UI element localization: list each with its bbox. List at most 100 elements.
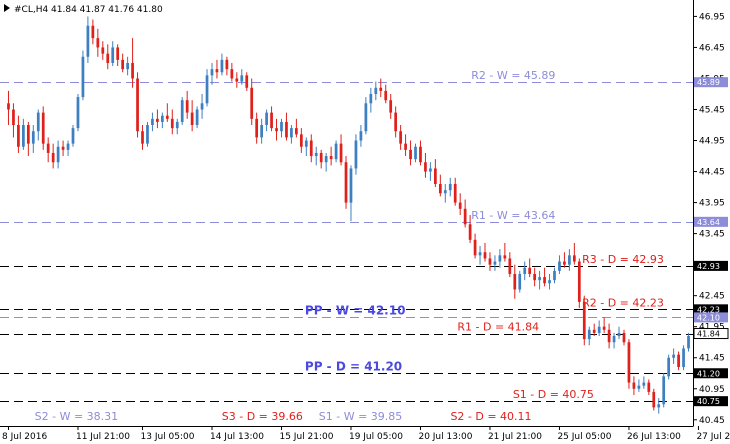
candle-body-6 [36,112,40,132]
candle-body-127 [637,385,641,389]
level-label-3: R2 - D = 42.23 [582,296,664,309]
candle-body-21 [111,47,115,63]
candle-body-112 [563,261,566,265]
candle-body-85 [429,168,432,172]
price-tag-text-4: 42.10 [697,313,720,322]
candle-body-19 [101,47,105,54]
candle-body-9 [51,152,55,163]
candle-body-42 [215,69,219,73]
x-tick-label-3: 14 Jul 13:00 [210,432,264,442]
y-tick-label-6: 43.95 [699,199,725,209]
bottom-label-2: S1 - W = 39.85 [319,410,403,423]
candle-body-87 [438,183,442,194]
candle-body-91 [458,202,462,209]
candle-body-35 [180,100,184,122]
candle-body-137 [687,336,690,349]
candle-body-29 [151,118,154,126]
bottom-level-labels: S2 - W = 38.31 S3 - D = 39.66 S1 - W = 39.… [35,410,532,423]
candle-body-36 [185,100,189,113]
price-tag-text-1: 43.64 [697,218,720,227]
candle-body-97 [488,258,492,265]
x-tick-label-6: 20 Jul 13:00 [418,432,472,442]
candle-body-4 [26,125,30,144]
candle-body-73 [369,93,373,104]
candle-body-95 [478,252,482,256]
price-tag-text-2: 42.93 [697,262,720,271]
candle-body-135 [677,354,680,368]
price-tag-text-5: 41.84 [697,330,720,339]
candle-body-79 [399,131,402,144]
candle-body-78 [394,112,398,132]
candle-body-70 [354,140,358,169]
candle-body-72 [364,103,368,132]
candle-body-121 [607,329,611,343]
candle-body-134 [672,354,675,358]
candle-body-11 [61,146,65,150]
y-tick-label-7: 43.45 [699,230,725,240]
y-tick-label-12: 40.95 [699,385,725,395]
candle-body-20 [106,53,110,63]
y-tick-label-13: 40.45 [699,416,725,426]
candle-body-24 [126,62,129,70]
candle-body-63 [319,152,323,163]
candle-body-76 [384,90,388,101]
candle-body-34 [175,121,179,129]
candle-body-81 [409,149,412,160]
candle-body-109 [548,280,551,284]
candle-body-136 [682,348,685,368]
candle-body-67 [339,143,343,163]
candle-body-41 [210,69,214,76]
candle-body-10 [56,146,60,163]
candle-body-38 [195,109,199,126]
candle-body-3 [22,125,25,147]
candle-body-131 [657,404,661,408]
candle-body-66 [334,143,338,160]
candle-body-28 [146,125,149,144]
candle-body-88 [443,190,447,194]
candle-body-50 [255,118,259,138]
candle-body-15 [81,56,85,98]
y-tick-label-11: 41.45 [699,354,725,364]
level-label-0: R2 - W = 45.89 [471,69,555,82]
candle-body-129 [647,382,651,392]
candle-body-65 [329,156,333,160]
candle-body-111 [558,261,561,271]
candle-body-1 [12,109,15,126]
candle-body-51 [260,125,263,138]
candle-body-18 [96,38,100,48]
x-tick-label-2: 13 Jul 05:00 [141,432,195,442]
candle-body-89 [448,183,452,191]
candle-body-118 [592,329,596,333]
level-label-2: R3 - D = 42.93 [582,253,664,266]
candle-body-132 [662,376,666,405]
candle-body-0 [7,103,10,110]
candle-body-102 [513,273,517,290]
candle-body-57 [290,128,293,138]
candle-body-48 [245,75,249,88]
candle-body-133 [667,357,671,377]
x-tick-label-5: 19 Jul 05:00 [349,432,403,442]
candle-body-23 [121,59,125,70]
candle-body-56 [285,121,288,138]
candle-body-119 [597,326,601,333]
candle-body-37 [190,112,194,126]
candle-body-58 [295,128,298,135]
candle-body-55 [280,121,283,132]
candle-body-31 [160,115,164,122]
candle-body-33 [170,118,174,129]
bottom-label-0: S2 - W = 38.31 [35,410,119,423]
candle-body-106 [533,273,537,281]
candle-body-128 [642,382,646,386]
candle-body-99 [498,255,502,262]
y-tick-label-4: 44.95 [699,137,725,147]
candle-body-94 [473,239,477,256]
candle-body-25 [131,62,134,79]
price-tag-text-6: 41.20 [697,369,720,378]
candle-body-32 [165,115,169,119]
candle-body-74 [374,87,378,94]
y-tick-label-0: 46.95 [699,12,725,22]
candle-body-30 [156,118,159,122]
level-label-5: R1 - D = 41.84 [457,321,539,334]
y-tick-label-5: 44.45 [699,168,725,178]
candle-body-14 [76,97,80,129]
